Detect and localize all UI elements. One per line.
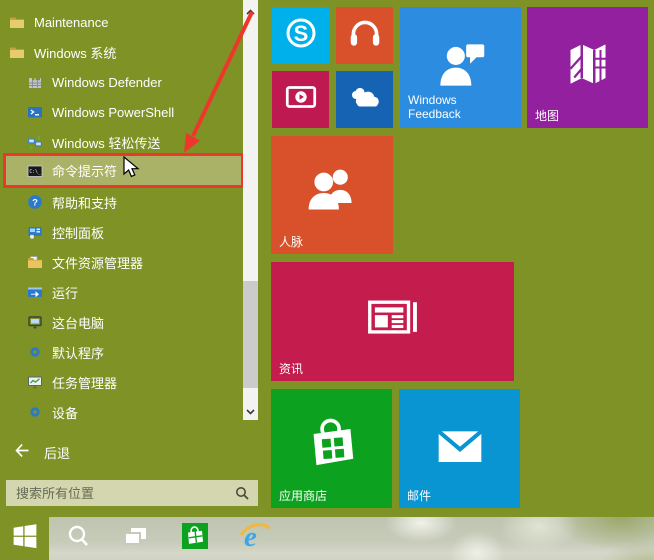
help-question-icon: ?	[27, 194, 43, 210]
list-item-label: 设备	[52, 403, 78, 422]
list-item-label: 文件资源管理器	[52, 253, 143, 272]
tile-label: 地图	[535, 109, 559, 123]
tile-people[interactable]: 人脉	[271, 136, 393, 254]
powershell-icon	[27, 104, 43, 120]
list-item-label: 任务管理器	[52, 373, 117, 392]
list-item-task-manager[interactable]: 任务管理器	[0, 367, 243, 397]
envelope-icon	[428, 414, 492, 483]
list-item-label: 帮助和支持	[52, 193, 117, 212]
two-people-icon	[299, 160, 365, 231]
list-item-this-pc[interactable]: 这台电脑	[0, 307, 243, 337]
list-item-devices[interactable]: 设备	[0, 397, 243, 427]
scrollbar[interactable]	[243, 0, 258, 420]
list-item-windows-powershell[interactable]: Windows PowerShell	[0, 97, 243, 127]
scrollbar-thumb[interactable]	[243, 281, 258, 388]
scroll-down-arrow-icon[interactable]	[245, 404, 256, 415]
list-item-maintenance[interactable]: Maintenance	[0, 7, 243, 37]
newspaper-icon	[362, 288, 424, 355]
scroll-up-arrow-icon[interactable]	[245, 5, 256, 16]
list-item-label: Windows Defender	[52, 75, 162, 90]
defender-fort-icon	[27, 74, 43, 90]
folder-icon	[9, 14, 25, 30]
list-item-help-support[interactable]: ? 帮助和支持	[0, 187, 243, 217]
taskbar-surface: e	[49, 517, 654, 560]
gear-icon	[27, 404, 43, 420]
list-item-label: Maintenance	[34, 15, 108, 30]
list-item-label: 控制面板	[52, 223, 104, 242]
list-item-windows-system[interactable]: Windows 系统	[0, 37, 243, 67]
this-pc-icon	[27, 314, 43, 330]
svg-text:S: S	[293, 21, 308, 46]
task-view-icon	[122, 524, 149, 554]
internet-explorer-button[interactable]: e	[235, 517, 275, 560]
tile-music[interactable]	[336, 7, 393, 64]
list-item-control-panel[interactable]: 控制面板	[0, 217, 243, 247]
clouds-icon	[345, 77, 385, 122]
task-view-button[interactable]	[115, 517, 155, 560]
gear-icon	[27, 344, 43, 360]
list-item-label: 这台电脑	[52, 313, 104, 332]
taskbar-store-button[interactable]	[175, 517, 215, 560]
list-item-command-prompt[interactable]: C:\_ 命令提示符	[3, 153, 244, 188]
list-item-default-programs[interactable]: 默认程序	[0, 337, 243, 367]
search-box	[6, 480, 258, 506]
start-button[interactable]	[0, 517, 49, 560]
start-menu-screen: Maintenance Windows 系统 Windows Defender …	[0, 0, 654, 560]
person-chat-icon	[430, 34, 492, 101]
taskbar-search-button[interactable]	[59, 517, 99, 560]
folder-icon	[9, 44, 25, 60]
tile-label: 邮件	[407, 489, 431, 503]
folded-map-icon	[558, 35, 618, 100]
store-bag-icon	[182, 523, 208, 554]
list-item-windows-defender[interactable]: Windows Defender	[0, 67, 243, 97]
tile-label: 应用商店	[279, 489, 327, 503]
skype-s-icon: S	[282, 14, 320, 57]
back-button[interactable]: 后退	[0, 438, 243, 466]
taskbar: e	[0, 517, 654, 560]
search-icon	[66, 523, 92, 554]
back-label: 后退	[44, 443, 70, 462]
command-prompt-icon: C:\_	[27, 163, 43, 179]
tile-news[interactable]: 资讯	[271, 262, 514, 381]
list-item-label: Windows PowerShell	[52, 105, 174, 120]
tile-onedrive[interactable]	[336, 71, 393, 128]
list-item-label: 默认程序	[52, 343, 104, 362]
video-player-icon	[282, 78, 320, 121]
list-item-label: Windows 系统	[34, 43, 116, 62]
easy-transfer-icon	[27, 134, 43, 150]
headphones-icon	[346, 14, 384, 57]
tile-video[interactable]	[272, 71, 329, 128]
ie-icon: e	[238, 519, 272, 558]
tile-label: 资讯	[279, 362, 303, 376]
list-item-run[interactable]: 运行	[0, 277, 243, 307]
list-item-label: Windows 轻松传送	[52, 133, 160, 152]
run-window-icon	[27, 284, 43, 300]
svg-text:?: ?	[32, 198, 38, 209]
tile-skype[interactable]: S	[272, 7, 329, 64]
file-explorer-icon	[27, 254, 43, 270]
tile-mail[interactable]: 邮件	[399, 389, 520, 508]
shopping-bag-icon	[298, 412, 366, 485]
control-panel-icon	[27, 224, 43, 240]
search-icon	[234, 485, 250, 506]
windows-logo-icon	[11, 522, 39, 555]
list-item-file-explorer[interactable]: 文件资源管理器	[0, 247, 243, 277]
tile-maps[interactable]: 地图	[527, 7, 648, 128]
search-input[interactable]	[6, 480, 258, 506]
tile-label: 人脉	[279, 235, 303, 249]
svg-text:C:\_: C:\_	[29, 168, 41, 174]
tile-label: Windows Feedback	[408, 93, 478, 121]
list-item-label: 运行	[52, 283, 78, 302]
back-arrow-icon	[14, 442, 31, 462]
tile-windows-feedback[interactable]: Windows Feedback	[400, 7, 521, 128]
tile-store[interactable]: 应用商店	[271, 389, 392, 508]
task-manager-icon	[27, 374, 43, 390]
list-item-label: 命令提示符	[52, 161, 117, 180]
